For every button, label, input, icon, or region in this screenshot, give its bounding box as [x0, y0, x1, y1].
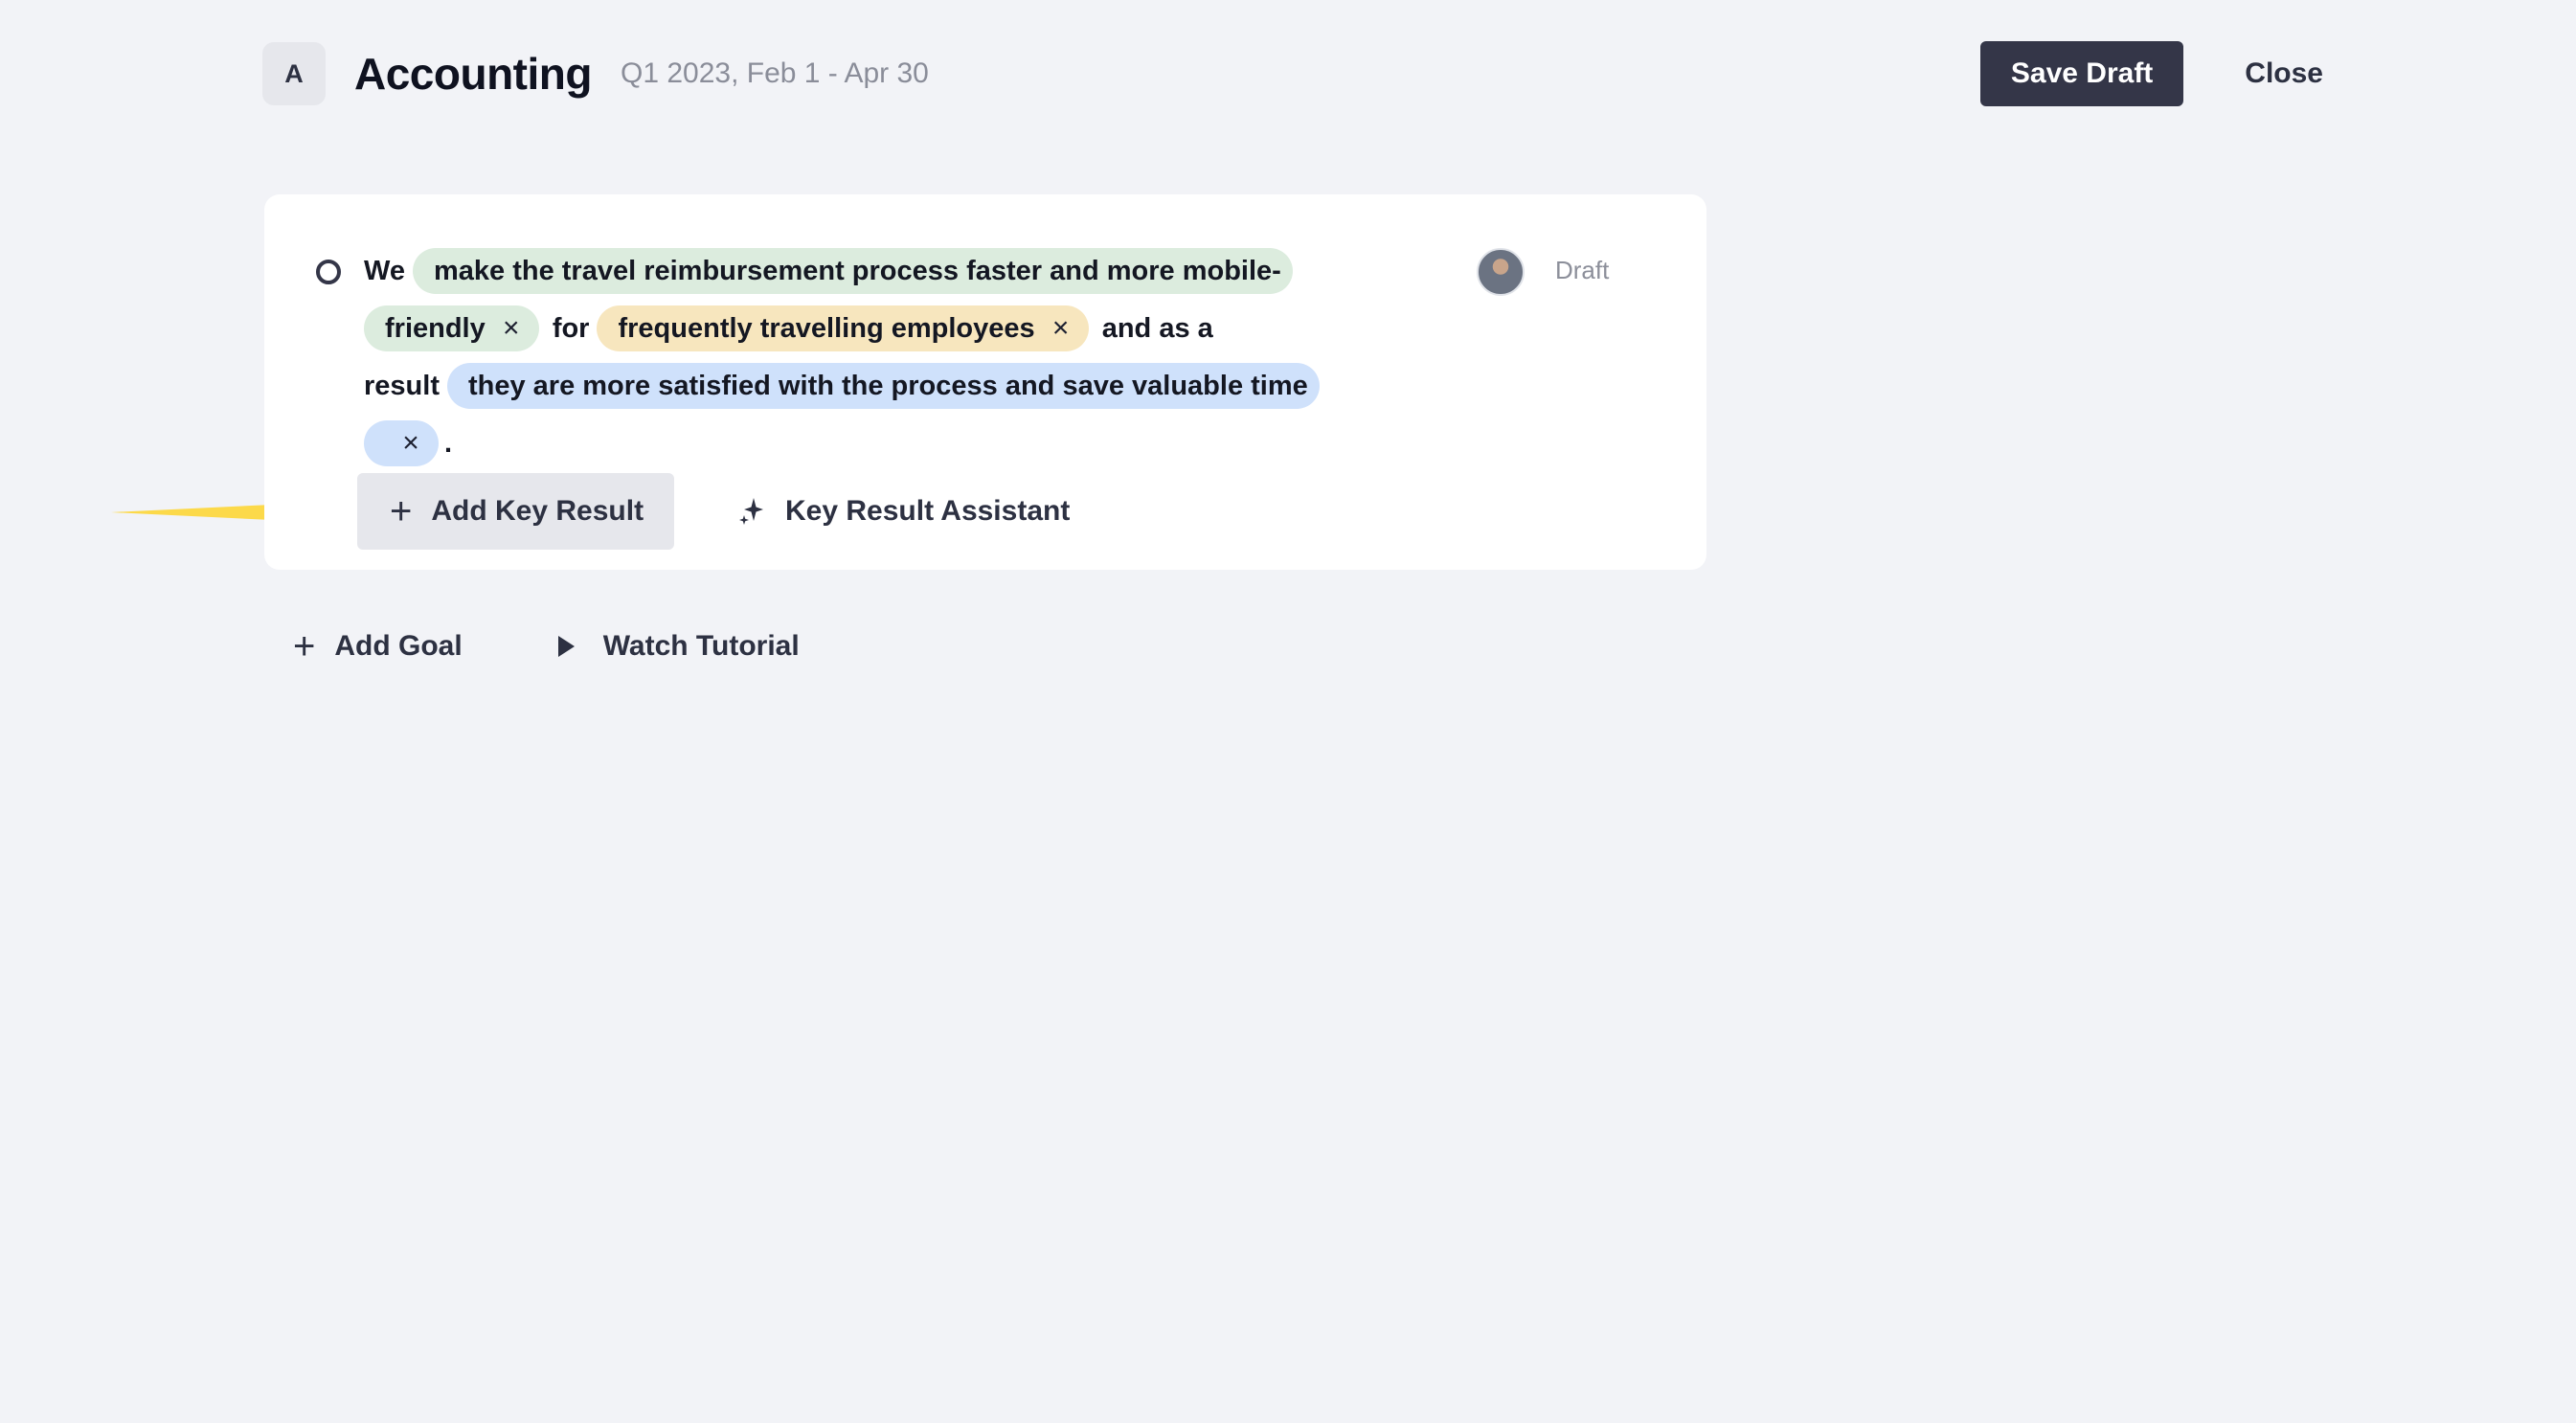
plus-icon: +	[390, 490, 413, 532]
goal-card: We make the travel reimbursement process …	[264, 194, 1706, 570]
page-title: Accounting	[354, 49, 592, 99]
owner-avatar[interactable]	[1477, 248, 1525, 296]
add-goal-button[interactable]: + Add Goal	[293, 613, 463, 680]
header-actions: Save Draft Close	[1979, 41, 2346, 106]
goal-outcome-text: they are more satisfied with the process…	[467, 371, 1308, 401]
goal-prefix: We	[364, 256, 405, 286]
goal-statement[interactable]: We make the travel reimbursement process …	[364, 242, 1360, 472]
key-result-assistant-button[interactable]: Key Result Assistant	[732, 473, 1077, 550]
add-key-result-button[interactable]: + Add Key Result	[357, 473, 675, 550]
add-key-result-label: Add Key Result	[431, 495, 644, 527]
goal-outcome-chip[interactable]: they are more satisfied with the process…	[364, 363, 1320, 466]
goal-list-actions: + Add Goal Watch Tutorial	[293, 613, 800, 680]
save-draft-button[interactable]: Save Draft	[1979, 41, 2184, 106]
remove-audience-icon[interactable]: ×	[1045, 300, 1077, 357]
goal-status-label: Draft	[1555, 256, 1610, 284]
goal-audience-text: frequently travelling employees	[618, 313, 1035, 344]
key-result-assistant-label: Key Result Assistant	[785, 495, 1071, 527]
remove-action-icon[interactable]: ×	[495, 300, 528, 357]
watch-tutorial-label: Watch Tutorial	[602, 630, 800, 662]
goal-audience-chip[interactable]: frequently travelling employees ×	[597, 305, 1089, 351]
page-header: A Accounting Q1 2023, Feb 1 - Apr 30 Sav…	[262, 41, 2346, 106]
close-button[interactable]: Close	[2222, 41, 2346, 106]
sparkle-icon	[739, 497, 764, 526]
add-goal-label: Add Goal	[334, 630, 463, 662]
goal-for-word: for	[552, 313, 590, 344]
remove-outcome-icon[interactable]: ×	[395, 415, 427, 472]
play-icon	[557, 636, 575, 657]
period-label: Q1 2023, Feb 1 - Apr 30	[620, 57, 929, 89]
team-avatar: A	[262, 42, 326, 105]
goal-end-punct: .	[444, 428, 453, 459]
watch-tutorial-button[interactable]: Watch Tutorial	[557, 613, 800, 680]
plus-icon: +	[293, 625, 316, 667]
goal-status-circle-icon[interactable]	[316, 260, 341, 284]
